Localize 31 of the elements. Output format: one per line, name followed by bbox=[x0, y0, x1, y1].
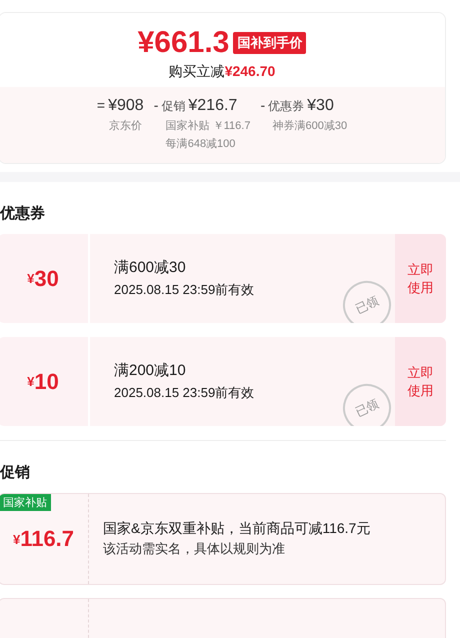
coupon-validity: 2025.08.15 23:59前有效 bbox=[114, 384, 256, 402]
breakdown-amount: ¥908 bbox=[108, 97, 144, 115]
operator: = bbox=[96, 97, 106, 113]
operator: - bbox=[154, 97, 158, 113]
coupon-condition: 满200减10 bbox=[114, 361, 187, 380]
use-button[interactable]: 立即使用 bbox=[395, 234, 446, 323]
coupon-validity: 2025.08.15 23:59前有效 bbox=[114, 281, 256, 299]
price-badge: 国补到手价 bbox=[233, 32, 306, 54]
breakdown-note: 京东价 bbox=[108, 118, 143, 133]
breakdown-note: 国家补贴 ￥116.7 bbox=[164, 118, 250, 133]
promo-note: 该活动需实名，具体以规则为准 bbox=[103, 540, 286, 558]
saving-amount: ¥246.70 bbox=[224, 63, 276, 79]
saving-label: 购买立减 bbox=[168, 63, 225, 81]
final-price: ¥661.3 bbox=[138, 25, 230, 61]
coupon-condition: 满600减30 bbox=[114, 258, 187, 277]
coupon-amount: 30 bbox=[34, 266, 59, 292]
breakdown-note: 每满648减100 bbox=[164, 137, 236, 151]
promo-description: 国家&京东双重补贴，当前商品可减116.7元 bbox=[103, 520, 372, 538]
currency-sign: ¥ bbox=[27, 271, 34, 286]
breakdown-label: 优惠券 bbox=[268, 98, 304, 115]
use-button[interactable]: 立即使用 bbox=[395, 337, 446, 426]
breakdown-amount: ¥216.7 bbox=[188, 97, 238, 115]
promo-tag: 国家补贴 bbox=[0, 494, 51, 511]
currency-sign: ¥ bbox=[12, 532, 20, 546]
currency-sign: ¥ bbox=[27, 374, 34, 389]
operator: - bbox=[260, 97, 266, 113]
breakdown-label: 促销 bbox=[161, 98, 186, 115]
breakdown-amount: ¥30 bbox=[307, 97, 334, 115]
promo-amount: 116.7 bbox=[20, 526, 74, 552]
breakdown-note: 神券满600减30 bbox=[271, 119, 348, 133]
coupon-amount: 10 bbox=[34, 368, 59, 394]
